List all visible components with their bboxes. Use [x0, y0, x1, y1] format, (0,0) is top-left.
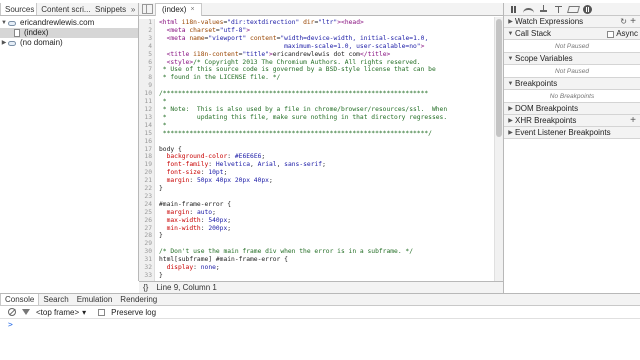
console-toolbar: <top frame> ▾ Preserve log — [0, 306, 640, 319]
collapse-arrow-icon[interactable]: ▶ — [0, 38, 8, 48]
frame-selector[interactable]: <top frame> ▾ — [36, 308, 86, 317]
pause-on-exceptions-icon[interactable] — [583, 4, 592, 14]
editor-scrollbar[interactable] — [494, 17, 503, 281]
line-numbers: 1 2 3 4 5 6 7 8 9 10 11 12 13 14 15 16 1… — [139, 19, 155, 281]
editor-tabs: (index) × — [139, 2, 503, 16]
clear-console-icon[interactable] — [8, 308, 16, 316]
section-watch-expressions[interactable]: ▶ Watch Expressions ↻ + — [504, 16, 640, 28]
debugger-sidebar: ▶ Watch Expressions ↻ + ▼ Call Stack Asy… — [503, 3, 640, 293]
step-over-icon[interactable] — [523, 7, 534, 14]
tab-rendering[interactable]: Rendering — [116, 294, 161, 305]
expand-arrow-icon[interactable]: ▼ — [0, 18, 8, 28]
tab-snippets[interactable]: Snippets — [91, 3, 128, 15]
console-prompt[interactable]: > — [0, 319, 640, 331]
collapse-arrow-icon: ▶ — [508, 18, 513, 25]
add-watch-icon[interactable]: + — [630, 16, 636, 28]
deactivate-breakpoints-icon[interactable] — [567, 5, 580, 13]
cloud-icon — [8, 39, 18, 47]
editor-tab-index[interactable]: (index) × — [155, 2, 202, 16]
tree-item-domain[interactable]: ▼ ericandrewlewis.com — [0, 18, 138, 28]
tab-console[interactable]: Console — [0, 294, 40, 305]
navigator-tabs: Sources Content scri... Snippets » — [0, 3, 138, 16]
step-into-icon[interactable] — [538, 4, 549, 14]
tree-item-label: ericandrewlewis.com — [20, 18, 95, 27]
async-toggle[interactable]: Async — [607, 28, 638, 40]
tree-item-label: (index) — [24, 28, 49, 37]
preserve-log-label: Preserve log — [111, 307, 157, 317]
drawer-tabs: Console Search Emulation Rendering — [0, 294, 640, 306]
section-call-stack[interactable]: ▼ Call Stack Async — [504, 28, 640, 40]
cursor-position: Line 9, Column 1 — [156, 283, 217, 292]
code-content[interactable]: <html i18n-values="dir:textdirection" di… — [159, 19, 493, 280]
pause-icon[interactable] — [508, 5, 519, 14]
source-editor: (index) × 1 2 3 4 5 6 7 8 9 10 11 12 13 … — [139, 2, 503, 293]
more-tabs-icon[interactable]: » — [128, 3, 138, 15]
tree-item-index[interactable]: (index) — [0, 28, 138, 38]
scope-empty: Not Paused — [504, 65, 640, 78]
async-checkbox[interactable] — [607, 30, 615, 38]
pretty-print-icon[interactable]: {} — [143, 282, 148, 293]
toggle-navigator-icon[interactable] — [142, 4, 153, 14]
chevron-down-icon: ▾ — [82, 307, 87, 317]
scrollbar-thumb[interactable] — [496, 19, 502, 137]
breakpoints-empty: No Breakpoints — [504, 90, 640, 103]
section-dom-breakpoints[interactable]: ▶ DOM Breakpoints — [504, 103, 640, 115]
cloud-icon — [8, 19, 18, 27]
console-drawer: Console Search Emulation Rendering <top … — [0, 293, 640, 360]
file-icon — [12, 29, 22, 37]
section-event-listener-breakpoints[interactable]: ▶ Event Listener Breakpoints — [504, 127, 640, 139]
collapse-arrow-icon: ▶ — [508, 105, 513, 112]
expand-arrow-icon: ▼ — [507, 30, 514, 37]
editor-tab-label: (index) — [162, 4, 187, 14]
editor-status-bar: {} Line 9, Column 1 — [139, 281, 503, 293]
sources-navigator: Sources Content scri... Snippets » ▼ eri… — [0, 3, 139, 281]
tab-content-scripts[interactable]: Content scri... — [37, 3, 91, 15]
collapse-arrow-icon: ▶ — [508, 117, 513, 124]
close-icon[interactable]: × — [190, 4, 194, 16]
debugger-toolbar — [504, 3, 640, 16]
devtools-window: Sources Content scri... Snippets » ▼ eri… — [0, 0, 640, 360]
tree-item-no-domain[interactable]: ▶ (no domain) — [0, 38, 138, 48]
expand-arrow-icon: ▼ — [507, 80, 514, 87]
tab-emulation[interactable]: Emulation — [73, 294, 117, 305]
collapse-arrow-icon: ▶ — [508, 129, 513, 136]
file-tree: ▼ ericandrewlewis.com (index) ▶ (no doma… — [0, 16, 138, 48]
code-area[interactable]: 1 2 3 4 5 6 7 8 9 10 11 12 13 14 15 16 1… — [139, 17, 503, 281]
step-out-icon[interactable] — [553, 5, 564, 14]
expand-arrow-icon: ▼ — [507, 55, 514, 62]
section-breakpoints[interactable]: ▼ Breakpoints — [504, 78, 640, 90]
tab-sources[interactable]: Sources — [0, 3, 38, 15]
filter-icon[interactable] — [22, 309, 30, 315]
call-stack-empty: Not Paused — [504, 40, 640, 53]
tree-item-label: (no domain) — [20, 38, 63, 47]
preserve-log-checkbox[interactable] — [98, 308, 106, 316]
section-xhr-breakpoints[interactable]: ▶ XHR Breakpoints + — [504, 115, 640, 127]
refresh-icon[interactable]: ↻ — [620, 16, 627, 28]
add-xhr-breakpoint-icon[interactable]: + — [630, 115, 636, 127]
tab-search[interactable]: Search — [39, 294, 72, 305]
section-scope-variables[interactable]: ▼ Scope Variables — [504, 53, 640, 65]
